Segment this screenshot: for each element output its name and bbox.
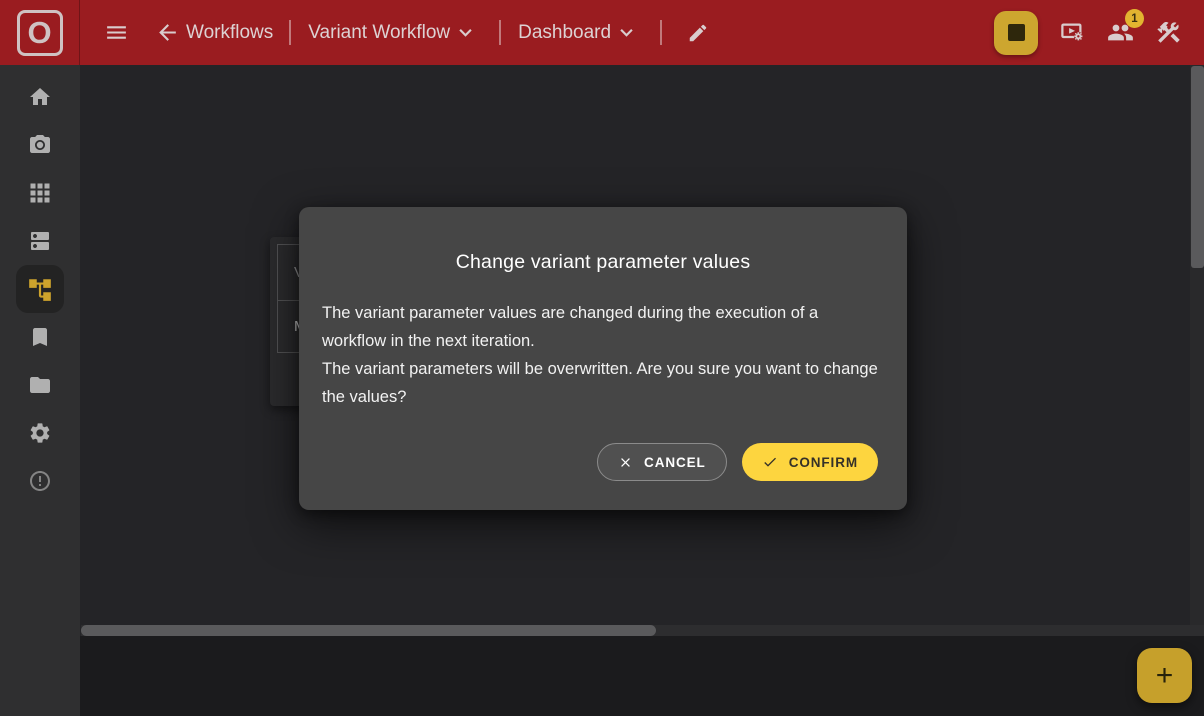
users-button[interactable]: 1 [1107, 19, 1134, 46]
cancel-button-label: CANCEL [644, 455, 706, 470]
vertical-scrollbar-thumb[interactable] [1191, 66, 1204, 268]
sidebar-item-bookmarks[interactable] [16, 313, 64, 361]
confirm-button[interactable]: CONFIRM [742, 443, 878, 481]
top-bar: O Workflows Variant Workflow Dashboard [0, 0, 1204, 65]
close-icon [618, 455, 633, 470]
folder-icon [28, 373, 52, 397]
workflow-tree-icon [27, 276, 53, 302]
sidebar-nav [0, 65, 80, 716]
chevron-down-icon[interactable] [620, 28, 633, 37]
bottom-panel [80, 636, 1204, 716]
sidebar-item-home[interactable] [16, 73, 64, 121]
dialog-actions: CANCEL CONFIRM [597, 443, 878, 481]
sidebar-item-files[interactable] [16, 361, 64, 409]
construction-icon[interactable] [1155, 19, 1182, 46]
top-bar-actions: 1 [994, 0, 1182, 65]
dialog-body: The variant parameter values are changed… [322, 299, 883, 411]
confirm-dialog: Change variant parameter values The vari… [299, 207, 907, 510]
breadcrumb-separator [660, 20, 662, 45]
video-settings-icon[interactable] [1059, 19, 1086, 46]
user-count-badge: 1 [1125, 9, 1144, 28]
breadcrumb-workflows[interactable]: Workflows [186, 22, 273, 44]
stop-button[interactable] [994, 11, 1038, 55]
chevron-down-icon[interactable] [459, 28, 472, 37]
sidebar-item-camera[interactable] [16, 121, 64, 169]
breadcrumb-dashboard[interactable]: Dashboard [518, 22, 611, 44]
gear-icon [28, 421, 52, 445]
logo-letter: O [27, 17, 51, 48]
edit-pencil-icon[interactable] [687, 22, 709, 44]
back-arrow-icon[interactable] [155, 20, 180, 45]
sidebar-item-apps[interactable] [16, 169, 64, 217]
breadcrumb-separator [499, 20, 501, 45]
home-icon [28, 85, 52, 109]
sidebar-item-workflows[interactable] [16, 265, 64, 313]
bookmark-icon [28, 325, 52, 349]
add-button[interactable]: + [1137, 648, 1192, 703]
check-icon [762, 454, 778, 470]
error-icon [28, 469, 52, 493]
dialog-title: Change variant parameter values [299, 251, 907, 274]
sidebar-item-servers[interactable] [16, 217, 64, 265]
dialog-text-line: The variant parameter values are changed… [322, 299, 883, 355]
vertical-scrollbar-track[interactable] [1190, 65, 1204, 625]
menu-hamburger-icon[interactable] [104, 20, 129, 45]
apps-grid-icon [28, 181, 52, 205]
sidebar-item-errors[interactable] [16, 457, 64, 505]
logo-o-icon: O [17, 10, 63, 56]
stop-icon [1008, 24, 1025, 41]
cancel-button[interactable]: CANCEL [597, 443, 727, 481]
app-logo[interactable]: O [0, 0, 80, 65]
horizontal-scrollbar-thumb[interactable] [81, 625, 656, 636]
app-screen: O Workflows Variant Workflow Dashboard [0, 0, 1204, 716]
dns-icon [28, 229, 52, 253]
breadcrumb-variant-workflow[interactable]: Variant Workflow [308, 22, 450, 44]
breadcrumb-separator [289, 20, 291, 45]
sidebar-item-settings[interactable] [16, 409, 64, 457]
horizontal-scrollbar-track[interactable] [81, 625, 1204, 636]
confirm-button-label: CONFIRM [789, 455, 858, 470]
plus-icon: + [1156, 661, 1174, 691]
dialog-text-line: The variant parameters will be overwritt… [322, 355, 883, 411]
camera-icon [28, 133, 52, 157]
